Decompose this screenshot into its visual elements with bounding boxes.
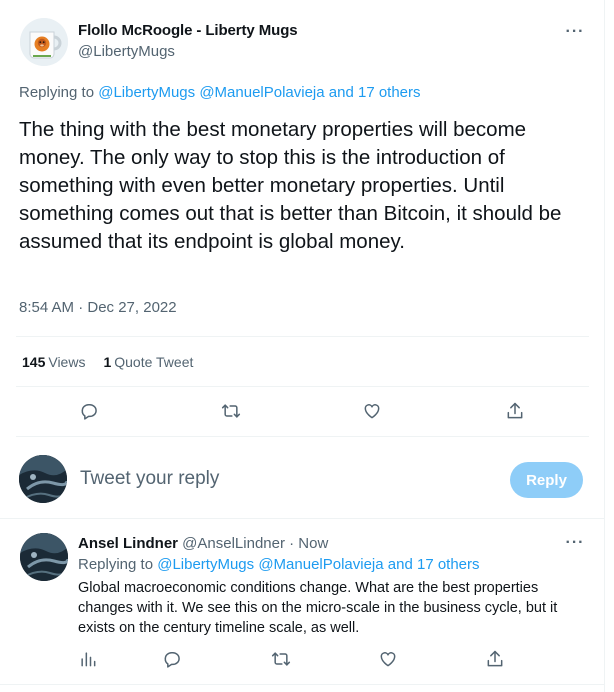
author-handle[interactable]: @LibertyMugs bbox=[78, 43, 175, 60]
reply-replying-prefix: Replying to bbox=[78, 556, 158, 573]
more-options-icon[interactable]: ··· bbox=[561, 22, 589, 42]
retweet-icon[interactable] bbox=[270, 648, 292, 670]
section-divider bbox=[0, 518, 605, 519]
tweet-reply-input[interactable]: Tweet your reply bbox=[80, 468, 219, 490]
heart-icon[interactable] bbox=[361, 400, 383, 422]
reply-author-meta[interactable]: @AnselLindner · Now bbox=[178, 535, 328, 552]
divider bbox=[16, 336, 589, 337]
views-label: Views bbox=[48, 354, 86, 370]
views-count: 145 bbox=[22, 354, 46, 370]
share-icon[interactable] bbox=[484, 648, 506, 670]
replying-mentions-link[interactable]: @LibertyMugs @ManuelPolavieja and 17 oth… bbox=[98, 84, 420, 101]
quote-tweets-label: Quote Tweet bbox=[114, 354, 194, 370]
reply-author-line: Ansel Lindner @AnselLindner · Now bbox=[78, 535, 328, 552]
reply-replying-to: Replying to @LibertyMugs @ManuelPolaviej… bbox=[78, 556, 480, 573]
reply-more-options-icon[interactable]: ··· bbox=[561, 533, 589, 553]
retweet-icon[interactable] bbox=[220, 400, 242, 422]
reply-icon[interactable] bbox=[161, 648, 183, 670]
reply-replying-mentions-link[interactable]: @LibertyMugs @ManuelPolavieja and 17 oth… bbox=[157, 556, 479, 573]
tweet-stats: 145 Views 1 Quote Tweet bbox=[22, 354, 193, 370]
divider bbox=[16, 436, 589, 437]
views-stat[interactable]: 145 Views bbox=[22, 354, 85, 370]
avatar-photo-image bbox=[20, 533, 68, 581]
quote-tweets-stat[interactable]: 1 Quote Tweet bbox=[103, 354, 193, 370]
reply-author-name[interactable]: Ansel Lindner bbox=[78, 535, 178, 552]
user-avatar[interactable] bbox=[19, 455, 67, 503]
reply-tweet-text: Global macroeconomic conditions change. … bbox=[78, 580, 558, 636]
author-avatar[interactable] bbox=[20, 18, 68, 66]
quote-tweets-count: 1 bbox=[103, 354, 112, 370]
tweet-thread-panel: Flollo McRoogle - Liberty Mugs @LibertyM… bbox=[0, 0, 605, 692]
share-icon[interactable] bbox=[504, 400, 526, 422]
divider bbox=[16, 386, 589, 387]
author-name[interactable]: Flollo McRoogle - Liberty Mugs bbox=[78, 22, 298, 39]
reply-icon[interactable] bbox=[78, 400, 100, 422]
reply-author-avatar[interactable] bbox=[20, 533, 68, 581]
avatar-photo-image bbox=[19, 455, 67, 503]
mug-logo-image bbox=[20, 18, 68, 66]
tweet-timestamp[interactable]: 8:54 AM · Dec 27, 2022 bbox=[19, 299, 177, 316]
analytics-icon[interactable] bbox=[77, 648, 99, 670]
heart-icon[interactable] bbox=[377, 648, 399, 670]
replying-prefix: Replying to bbox=[19, 84, 99, 101]
replying-to: Replying to @LibertyMugs @ManuelPolaviej… bbox=[19, 84, 421, 101]
reply-button[interactable]: Reply bbox=[510, 462, 583, 498]
tweet-text: The thing with the best monetary propert… bbox=[19, 118, 562, 253]
section-divider bbox=[0, 684, 605, 685]
